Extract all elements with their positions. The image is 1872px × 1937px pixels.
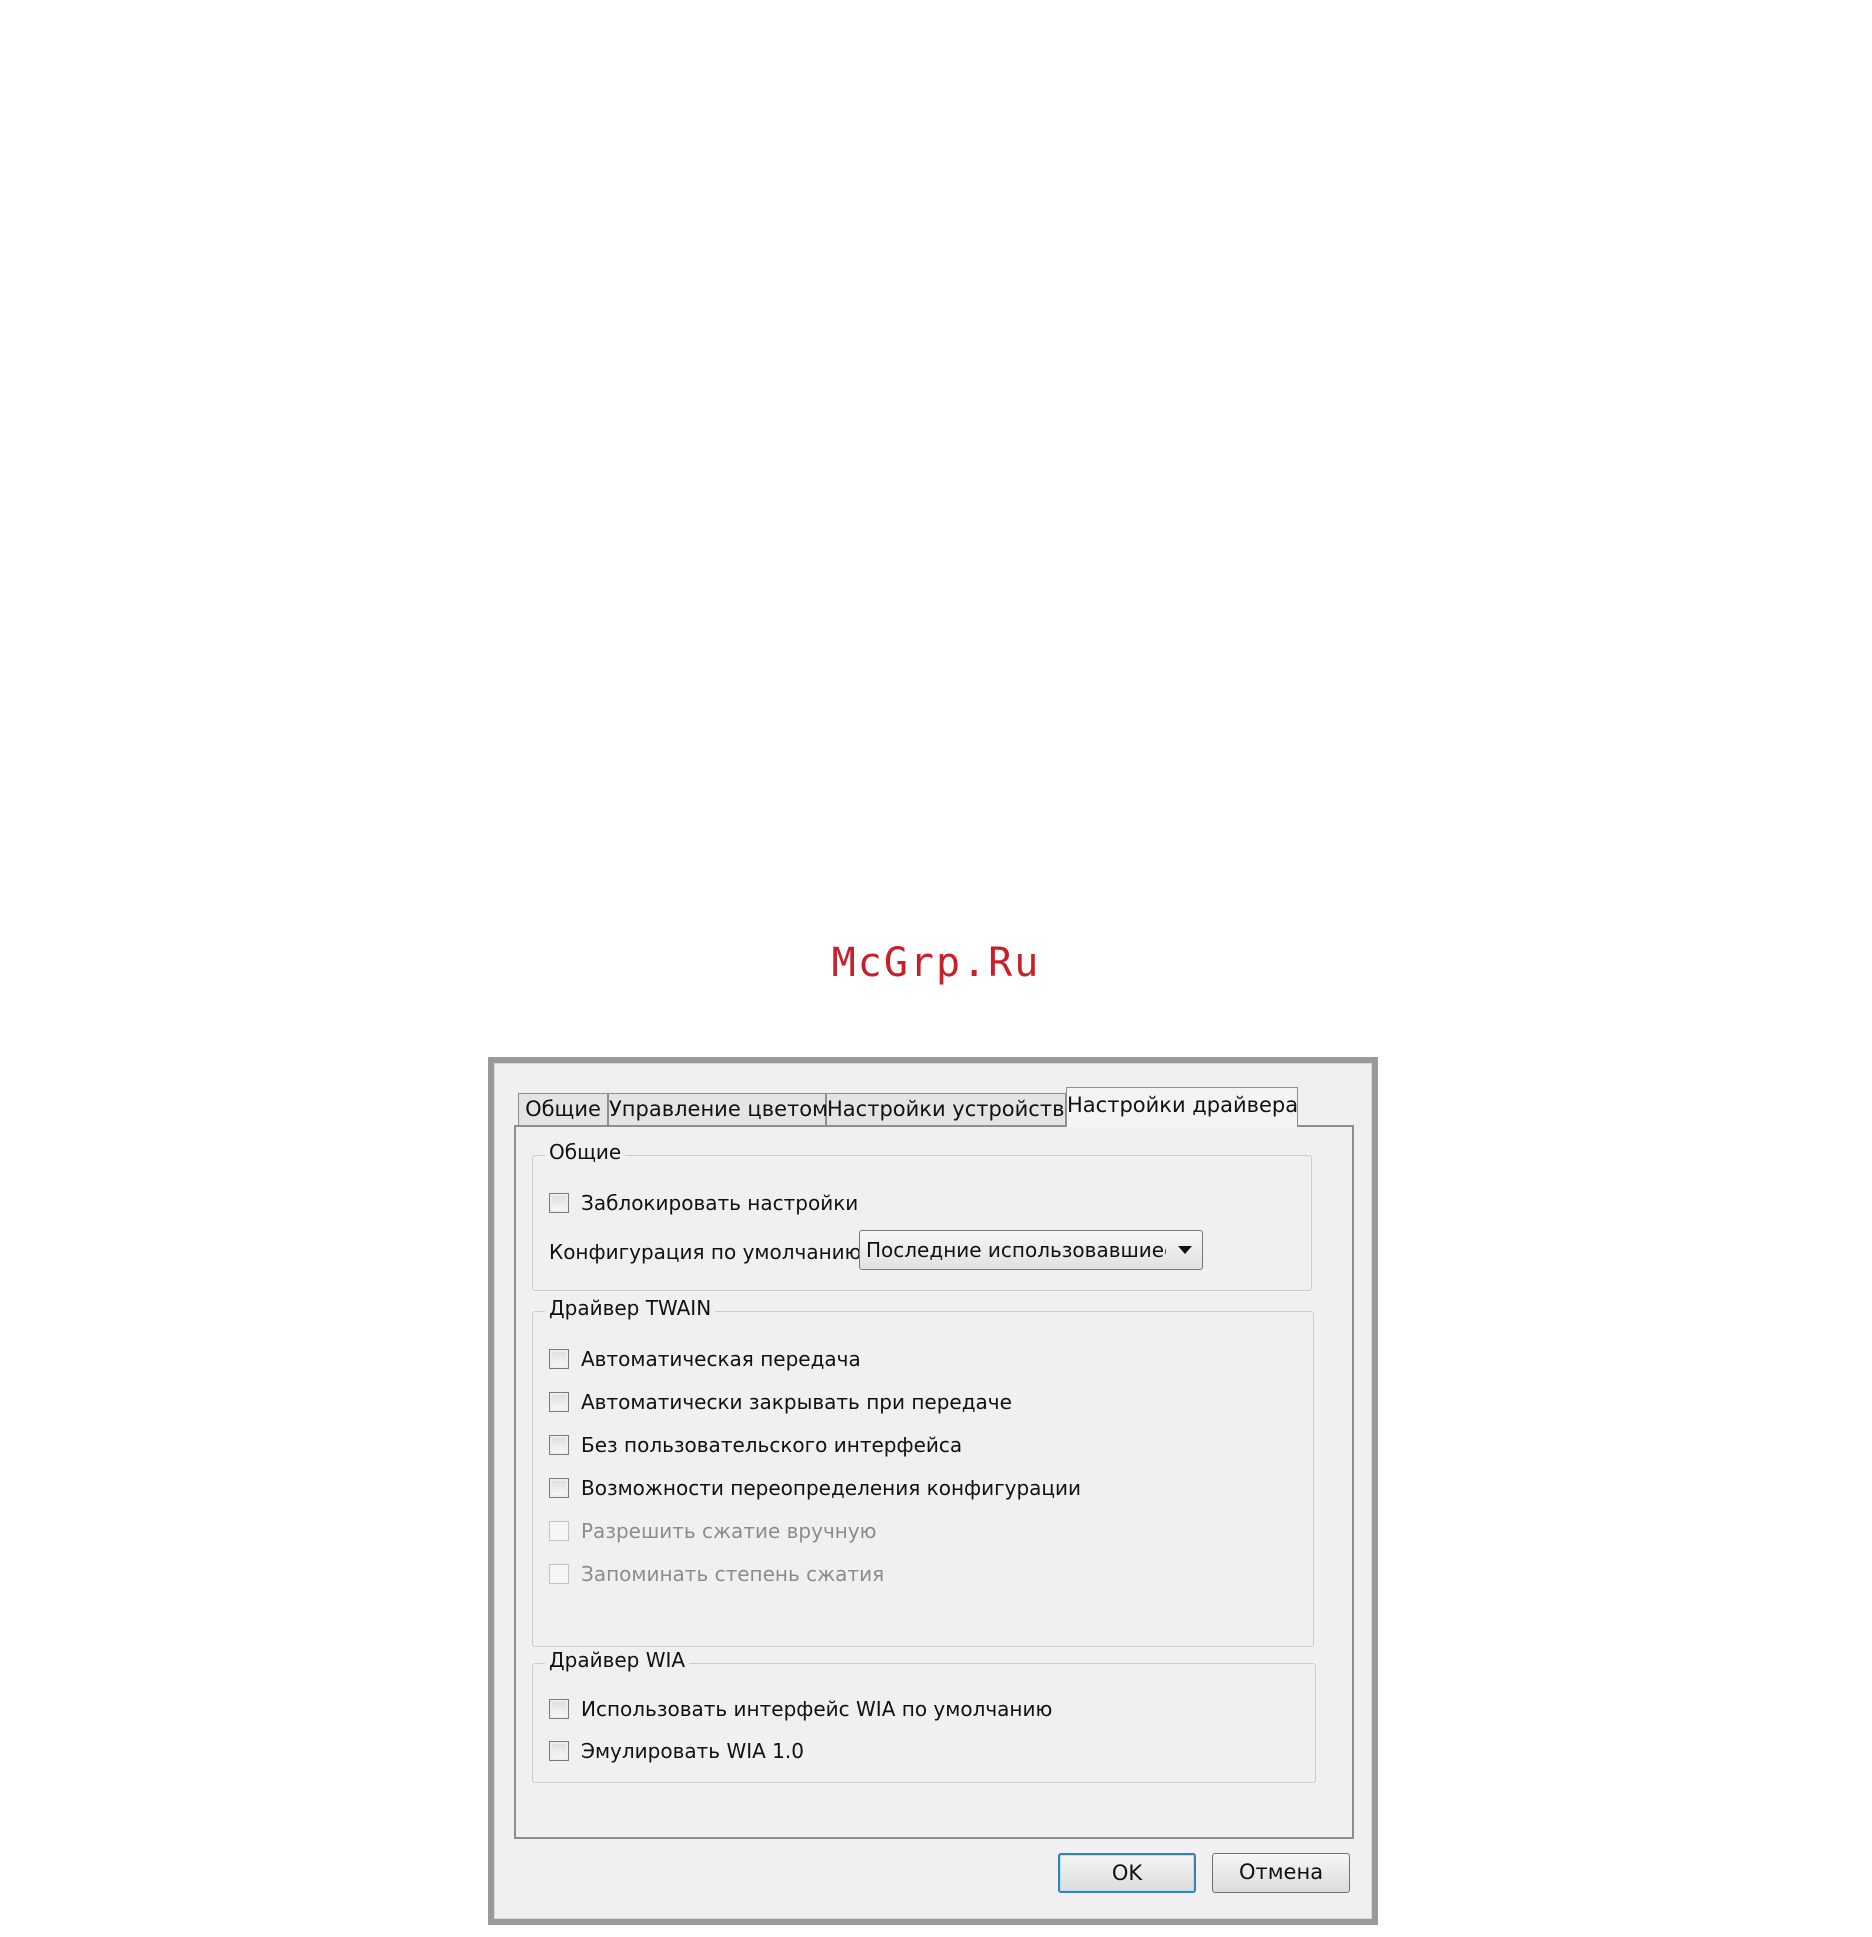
wia-group-title: Драйвер WIA xyxy=(545,1648,690,1672)
override-config-label: Возможности переопределения конфигурации xyxy=(581,1476,1082,1500)
emulate-wia-checkbox[interactable]: Эмулировать WIA 1.0 xyxy=(549,1738,804,1764)
checkbox-box[interactable] xyxy=(549,1699,569,1719)
checkbox-box xyxy=(549,1521,569,1541)
tab-device-settings[interactable]: Настройки устройства xyxy=(826,1093,1077,1125)
general-group: Общие Заблокировать настройки Конфигурац… xyxy=(532,1140,1312,1291)
tab-color-management[interactable]: Управление цветом xyxy=(608,1093,828,1125)
twain-group-title: Драйвер TWAIN xyxy=(545,1296,716,1320)
checkbox-box[interactable] xyxy=(549,1478,569,1498)
manual-compression-label: Разрешить сжатие вручную xyxy=(581,1519,877,1543)
ok-button[interactable]: OK xyxy=(1058,1853,1196,1893)
tab-panel: Общие Заблокировать настройки Конфигурац… xyxy=(514,1125,1354,1839)
wia-group: Драйвер WIA Использовать интерфейс WIA п… xyxy=(532,1648,1316,1783)
auto-close-checkbox[interactable]: Автоматически закрывать при передаче xyxy=(549,1389,1012,1415)
cancel-button[interactable]: Отмена xyxy=(1212,1853,1350,1893)
default-config-value: Последние использовавшиеся параметры xyxy=(866,1238,1166,1262)
remember-compression-checkbox: Запоминать степень сжатия xyxy=(549,1561,884,1587)
default-config-label: Конфигурация по умолчанию: xyxy=(549,1240,869,1264)
wia-default-ui-checkbox[interactable]: Использовать интерфейс WIA по умолчанию xyxy=(549,1696,1052,1722)
chevron-down-icon[interactable] xyxy=(1178,1246,1192,1254)
twain-group: Драйвер TWAIN Автоматическая передача Ав… xyxy=(532,1296,1314,1647)
no-ui-label: Без пользовательского интерфейса xyxy=(581,1433,963,1457)
tab-driver-settings[interactable]: Настройки драйвера xyxy=(1066,1087,1298,1127)
no-ui-checkbox[interactable]: Без пользовательского интерфейса xyxy=(549,1432,962,1458)
checkbox-box[interactable] xyxy=(549,1193,569,1213)
lock-settings-checkbox[interactable]: Заблокировать настройки xyxy=(549,1190,858,1216)
wia-default-ui-label: Использовать интерфейс WIA по умолчанию xyxy=(581,1697,1053,1721)
lock-settings-label: Заблокировать настройки xyxy=(581,1191,859,1215)
override-config-checkbox[interactable]: Возможности переопределения конфигурации xyxy=(549,1475,1081,1501)
tab-general[interactable]: Общие xyxy=(518,1093,608,1125)
driver-settings-dialog: Общие Управление цветом Настройки устрой… xyxy=(488,1057,1378,1925)
default-config-select[interactable]: Последние использовавшиеся параметры xyxy=(859,1230,1203,1270)
checkbox-box[interactable] xyxy=(549,1392,569,1412)
general-group-title: Общие xyxy=(545,1140,626,1164)
emulate-wia-label: Эмулировать WIA 1.0 xyxy=(581,1739,804,1763)
checkbox-box[interactable] xyxy=(549,1741,569,1761)
watermark: McGrp.Ru xyxy=(831,940,1041,986)
manual-compression-checkbox: Разрешить сжатие вручную xyxy=(549,1518,877,1544)
remember-compression-label: Запоминать степень сжатия xyxy=(581,1562,885,1586)
checkbox-box[interactable] xyxy=(549,1435,569,1455)
checkbox-box xyxy=(549,1564,569,1584)
auto-transfer-checkbox[interactable]: Автоматическая передача xyxy=(549,1346,861,1372)
auto-transfer-label: Автоматическая передача xyxy=(581,1347,861,1371)
auto-close-label: Автоматически закрывать при передаче xyxy=(581,1390,1012,1414)
checkbox-box[interactable] xyxy=(549,1349,569,1369)
